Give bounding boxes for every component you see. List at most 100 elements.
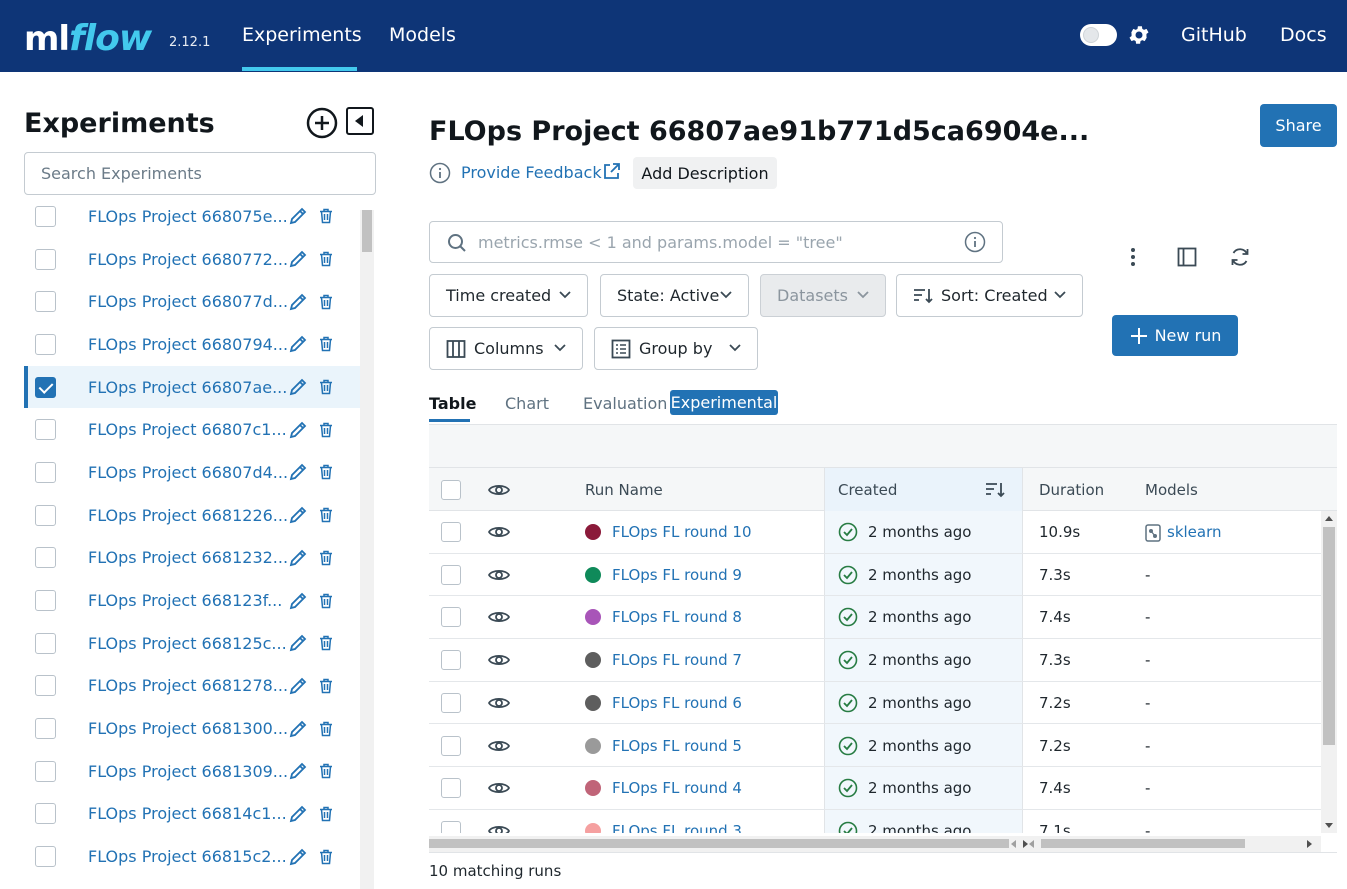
experiment-checkbox[interactable] [35,205,56,227]
datasets-dropdown[interactable]: Datasets [760,274,886,317]
scroll-up-arrow[interactable] [1325,516,1333,521]
row-checkbox[interactable] [441,564,461,585]
table-row[interactable]: FLOps FL round 8 2 months ago 7.4s - [429,596,1321,640]
pencil-icon[interactable] [288,334,308,354]
columns-dropdown[interactable]: Columns [429,327,583,370]
tab-chart[interactable]: Chart [505,394,549,413]
pencil-icon[interactable] [288,249,308,269]
sidebar-experiment-item[interactable]: FLOps Project 6680772... [24,238,360,281]
nav-tab-models[interactable]: Models [389,24,456,46]
pencil-icon[interactable] [288,591,308,611]
pencil-icon[interactable] [288,676,308,696]
row-checkbox[interactable] [441,735,461,756]
row-checkbox[interactable] [441,650,461,671]
trash-icon[interactable] [319,849,333,865]
add-description-button[interactable]: Add Description [633,157,777,189]
hscroll-thumb-right[interactable] [1041,839,1245,848]
table-row[interactable]: FLOps FL round 10 2 months ago 10.9s sklear… [429,511,1321,554]
run-color-dot[interactable] [585,737,601,754]
experiment-checkbox[interactable] [35,632,56,654]
experiment-checkbox[interactable] [35,803,56,825]
row-checkbox[interactable] [441,607,461,628]
row-checkbox[interactable] [441,820,461,833]
side-panel-icon[interactable] [1177,247,1197,267]
sidebar-experiment-item[interactable]: FLOps Project 6681309... [24,750,360,793]
trash-icon[interactable] [319,763,333,779]
run-name-link[interactable]: FLOps FL round 9 [612,566,742,584]
table-row[interactable]: FLOps FL round 9 2 months ago 7.3s - [429,554,1321,597]
state-dropdown[interactable]: State: Active [600,274,749,317]
hscroll-thumb-left[interactable] [429,839,1009,848]
pencil-icon[interactable] [288,206,308,226]
select-all-checkbox-cell[interactable] [441,468,461,511]
github-link[interactable]: GitHub [1181,24,1247,46]
pencil-icon[interactable] [288,462,308,482]
trash-icon[interactable] [319,208,333,224]
sidebar-experiment-item[interactable]: FLOps Project 668123f... [24,579,360,622]
run-color-dot[interactable] [585,524,601,540]
external-link-icon[interactable] [602,162,621,181]
eye-icon[interactable] [488,738,510,754]
experiment-name-link[interactable]: FLOps Project 66807c1... [88,420,287,439]
experiment-name-link[interactable]: FLOps Project 668125c... [88,634,287,653]
experiment-name-link[interactable]: FLOps Project 66815c2... [88,847,287,866]
new-run-button[interactable]: New run [1112,315,1238,356]
experiment-name-link[interactable]: FLOps Project 6681278... [88,676,288,695]
sidebar-scroll-thumb[interactable] [362,210,372,252]
mlflow-logo[interactable]: ml flow [24,8,152,62]
table-vertical-scrollbar[interactable] [1321,511,1337,833]
experiment-name-link[interactable]: FLOps Project 6680772... [88,250,288,269]
visibility-header-cell[interactable] [488,468,510,511]
scroll-left-arrow[interactable] [1011,840,1016,848]
trash-icon[interactable] [319,379,333,395]
table-vscroll-thumb[interactable] [1323,527,1335,745]
trash-icon[interactable] [319,635,333,651]
run-search-input[interactable] [478,228,958,256]
search-help-icon[interactable] [964,231,986,253]
experiment-name-link[interactable]: FLOps Project 6681226... [88,506,288,525]
eye-icon[interactable] [488,609,510,625]
sidebar-scrollbar[interactable] [360,210,374,889]
eye-icon[interactable] [488,524,510,540]
trash-icon[interactable] [319,721,333,737]
eye-icon[interactable] [488,567,510,583]
experiment-checkbox[interactable] [35,461,56,483]
run-name-link[interactable]: FLOps FL round 5 [612,737,742,755]
trash-icon[interactable] [319,806,333,822]
refresh-icon[interactable] [1229,246,1251,268]
sidebar-experiment-item[interactable]: FLOps Project 6681226... [24,494,360,537]
eye-icon[interactable] [488,652,510,668]
header-duration[interactable]: Duration [1039,468,1104,511]
row-checkbox[interactable] [441,522,461,542]
trash-icon[interactable] [319,422,333,438]
sidebar-experiment-item[interactable]: FLOps Project 668125c... [24,622,360,665]
run-name-link[interactable]: FLOps FL round 4 [612,779,742,797]
run-name-link[interactable]: FLOps FL round 8 [612,608,742,626]
add-experiment-icon[interactable] [306,107,338,139]
row-checkbox[interactable] [441,778,461,799]
eye-icon[interactable] [488,482,510,498]
share-button[interactable]: Share [1260,104,1337,147]
eye-icon[interactable] [488,780,510,796]
experiment-checkbox[interactable] [35,376,56,398]
pencil-icon[interactable] [288,847,308,867]
dark-mode-toggle[interactable] [1080,24,1117,46]
experiment-name-link[interactable]: FLOps Project 668077d... [88,292,288,311]
sort-dropdown[interactable]: Sort: Created [896,274,1083,317]
experiment-name-link[interactable]: FLOps Project 6681232... [88,548,288,567]
scroll-right-arrow[interactable] [1023,840,1028,848]
trash-icon[interactable] [319,294,333,310]
header-run-name[interactable]: Run Name [585,468,663,511]
pencil-icon[interactable] [288,804,308,824]
trash-icon[interactable] [319,336,333,352]
sidebar-experiment-item[interactable]: FLOps Project 6681232... [24,537,360,580]
sidebar-experiment-item[interactable]: FLOps Project 6681278... [24,665,360,708]
table-row[interactable]: FLOps FL round 4 2 months ago 7.4s - [429,767,1321,810]
experiment-checkbox[interactable] [35,504,56,526]
sidebar-experiment-item[interactable]: FLOps Project 66807d4... [24,451,360,494]
gear-icon[interactable] [1127,23,1151,47]
run-name-link[interactable]: FLOps FL round 3 [612,822,742,833]
model-link[interactable]: sklearn [1167,523,1222,541]
sidebar-experiment-item[interactable]: FLOps Project 66807ae... [24,365,360,409]
experiment-name-link[interactable]: FLOps Project 6680794... [88,335,288,354]
